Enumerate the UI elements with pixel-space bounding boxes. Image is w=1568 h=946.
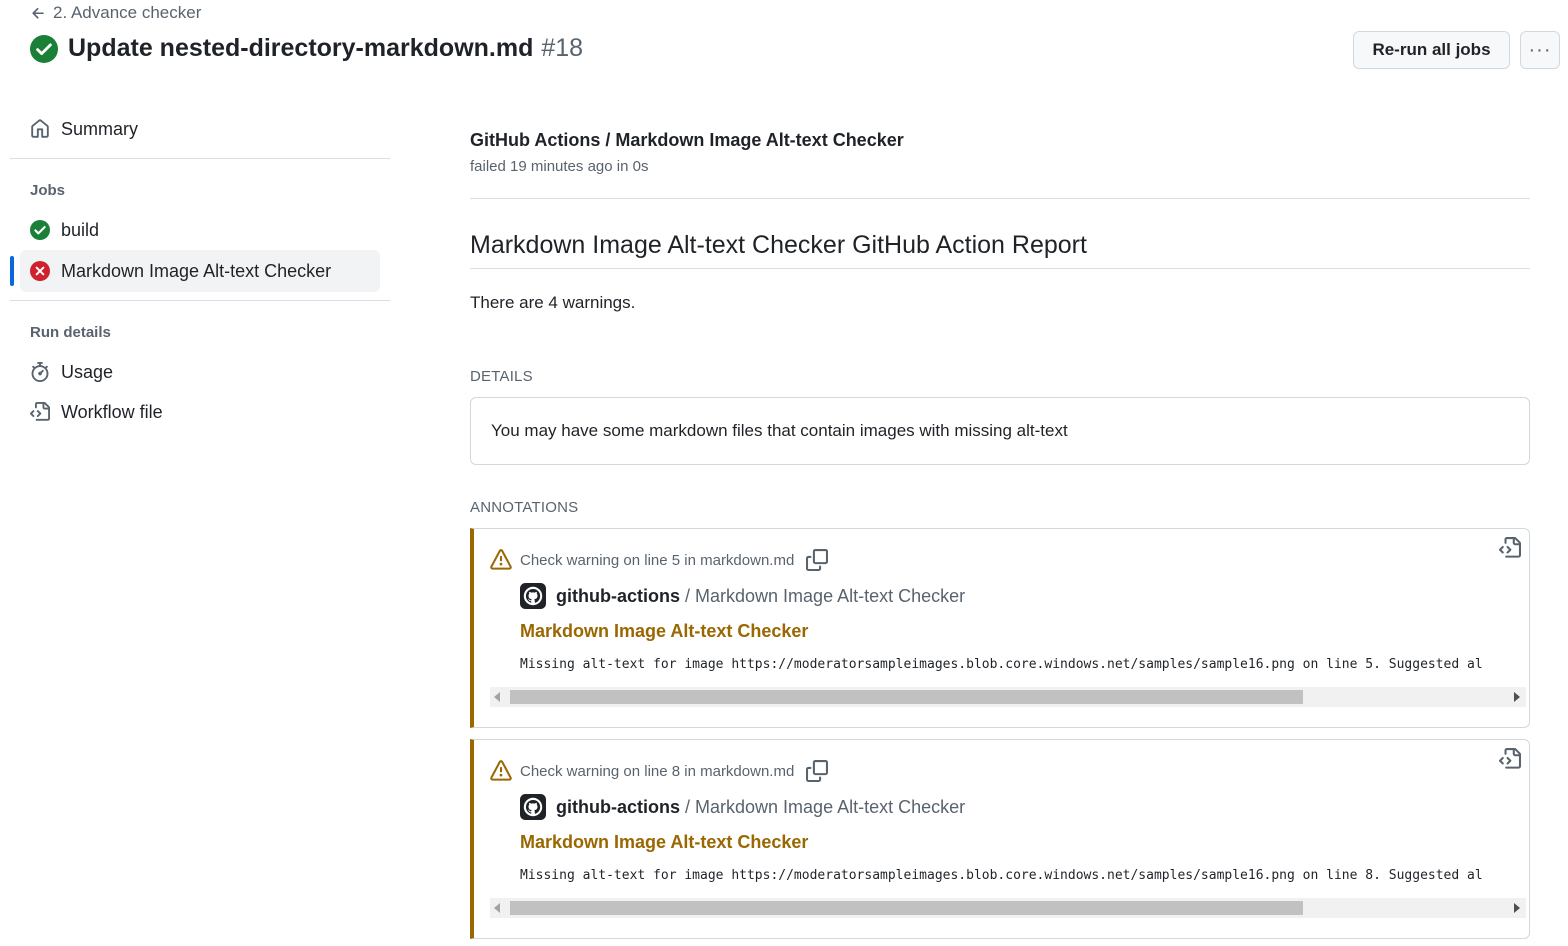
- file-code-icon: [30, 402, 50, 421]
- check-run-panel: GitHub Actions / Markdown Image Alt-text…: [470, 130, 1530, 175]
- annotation-card: Check warning on line 8 in markdown.md g…: [470, 739, 1530, 939]
- sidebar-item-alt-text-checker[interactable]: Markdown Image Alt-text Checker: [20, 250, 380, 292]
- x-circle-icon: [30, 261, 50, 281]
- check-circle-icon: [30, 220, 50, 240]
- github-mark-icon: [520, 583, 546, 609]
- annotation-author-name[interactable]: github-actions: [556, 797, 680, 817]
- scrollbar-thumb[interactable]: [510, 901, 1303, 915]
- run-title: Update nested-directory-markdown.md: [68, 34, 534, 62]
- report-title: Markdown Image Alt-text Checker GitHub A…: [470, 231, 1087, 259]
- scroll-right-icon[interactable]: [1514, 903, 1520, 913]
- annotation-title: Markdown Image Alt-text Checker: [520, 621, 809, 641]
- back-link-label: 2. Advance checker: [53, 3, 202, 22]
- more-options-button[interactable]: ···: [1520, 31, 1560, 69]
- check-meta: failed 19 minutes ago in 0s: [470, 158, 649, 175]
- run-number: #18: [541, 34, 584, 62]
- details-heading: DETAILS: [470, 368, 533, 385]
- check-name: GitHub Actions / Markdown Image Alt-text…: [470, 130, 904, 150]
- annotation-author-suffix: / Markdown Image Alt-text Checker: [685, 585, 966, 606]
- annotation-message: Missing alt-text for image https://moder…: [520, 868, 1483, 883]
- annotation-heading-text: Check warning on line 5 in markdown.md: [520, 551, 795, 569]
- scroll-right-icon[interactable]: [1514, 692, 1520, 702]
- annotation-heading-text: Check warning on line 8 in markdown.md: [520, 762, 795, 780]
- sidebar-divider: [10, 158, 390, 159]
- run-details-heading: Run details: [30, 324, 111, 341]
- page-title: Update nested-directory-markdown.md #18: [68, 34, 583, 63]
- sidebar-item-usage[interactable]: Usage: [20, 351, 380, 393]
- annotations-heading: ANNOTATIONS: [470, 499, 579, 516]
- sidebar-item-build[interactable]: build: [20, 209, 380, 251]
- home-icon: [31, 119, 49, 138]
- file-code-icon[interactable]: [1499, 537, 1521, 559]
- annotation-author-suffix: / Markdown Image Alt-text Checker: [685, 796, 966, 817]
- check-circle-icon: [30, 34, 58, 63]
- rerun-all-jobs-button[interactable]: Re-run all jobs: [1353, 31, 1510, 69]
- alert-icon: [490, 549, 512, 570]
- details-box: You may have some markdown files that co…: [470, 397, 1530, 465]
- annotation-card: Check warning on line 5 in markdown.md g…: [470, 528, 1530, 728]
- sidebar-item-label: Summary: [61, 118, 139, 139]
- section-divider: [470, 198, 1530, 199]
- annotation-heading: Check warning on line 5 in markdown.md: [490, 549, 829, 571]
- jobs-heading: Jobs: [30, 182, 66, 199]
- horizontal-scrollbar[interactable]: [490, 898, 1526, 918]
- sidebar-divider: [10, 300, 390, 301]
- kebab-horizontal-icon: ···: [1528, 38, 1552, 61]
- active-indicator: [10, 256, 14, 286]
- sidebar-item-label: build: [61, 219, 100, 240]
- file-code-icon[interactable]: [1499, 748, 1521, 770]
- back-link[interactable]: 2. Advance checker: [30, 3, 201, 23]
- sidebar-item-label: Markdown Image Alt-text Checker: [61, 260, 332, 281]
- scroll-left-icon[interactable]: [494, 692, 500, 702]
- sidebar-item-label: Workflow file: [61, 401, 163, 422]
- sidebar-item-summary[interactable]: Summary: [20, 108, 380, 150]
- sidebar-item-workflow-file[interactable]: Workflow file: [20, 391, 380, 433]
- copy-icon[interactable]: [806, 549, 829, 571]
- details-text: You may have some markdown files that co…: [491, 421, 1068, 440]
- copy-icon[interactable]: [806, 760, 829, 782]
- github-mark-icon: [520, 794, 546, 820]
- horizontal-scrollbar[interactable]: [490, 687, 1526, 707]
- annotation-author-name[interactable]: github-actions: [556, 586, 680, 606]
- sidebar-item-label: Usage: [61, 361, 114, 382]
- annotation-author: github-actions / Markdown Image Alt-text…: [520, 583, 965, 609]
- scroll-left-icon[interactable]: [494, 903, 500, 913]
- annotation-title: Markdown Image Alt-text Checker: [520, 832, 809, 852]
- page-title-row: Update nested-directory-markdown.md #18: [30, 34, 583, 63]
- arrow-left-icon: [32, 7, 44, 19]
- scrollbar-thumb[interactable]: [510, 690, 1303, 704]
- report-title-divider: [470, 268, 1530, 269]
- annotation-message: Missing alt-text for image https://moder…: [520, 657, 1483, 672]
- annotation-author: github-actions / Markdown Image Alt-text…: [520, 794, 965, 820]
- annotation-heading: Check warning on line 8 in markdown.md: [490, 760, 829, 782]
- alert-icon: [490, 760, 512, 781]
- stopwatch-icon: [31, 362, 49, 382]
- warnings-summary: There are 4 warnings.: [470, 293, 636, 312]
